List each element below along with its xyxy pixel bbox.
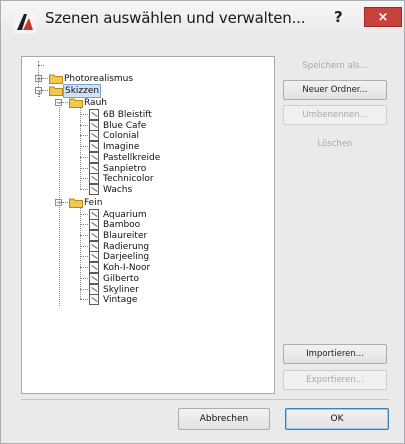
ok-button[interactable]: OK [285,408,389,430]
tree-connector [80,256,88,258]
tree-item-photorealismus-label: Photorealismus [64,74,134,84]
scene-icon [89,262,99,274]
footer-divider [21,399,389,400]
cancel-button[interactable]: Abbrechen [178,408,270,430]
scene-icon [89,230,99,241]
tree-connector [80,156,88,158]
save-as-button[interactable]: Speichern als... [283,56,387,76]
tree-connector [80,277,88,279]
tree-connector [80,124,88,126]
tree-item-skizzen-label: Skizzen [62,84,102,98]
app-logo-icon [14,11,36,33]
tree-folder-rauh-label: Rauh [84,98,107,108]
scene-icon [89,283,99,295]
tree-connector [80,135,88,137]
tree-connector [80,224,88,226]
scene-icon [89,130,99,142]
tree-connector [80,146,88,148]
scene-tree[interactable]: + Photorealismus − Skizzen − Rauh 6B Bleistift… [22,57,274,393]
folder-icon [49,74,63,84]
dialog-window: Szenen auswählen und verwalten... ? × + P… [0,0,405,444]
tree-connector [80,107,81,189]
tree-connector [39,91,40,97]
window-title: Szenen auswählen und verwalten... [45,9,306,27]
tree-connector [80,235,88,236]
tree-connector [80,288,88,290]
tree-connector [80,167,88,169]
tree-connector [38,65,44,66]
close-button[interactable]: × [364,7,402,27]
scene-icon [89,272,99,284]
scene-icon [89,173,99,185]
scene-icon [89,240,99,252]
scene-tree-panel[interactable]: + Photorealismus − Skizzen − Rauh 6B Bleistift… [21,56,275,394]
delete-button[interactable]: Löschen [283,134,387,154]
title-bar[interactable]: Szenen auswählen und verwalten... ? × [1,1,404,39]
tree-connector [80,178,88,180]
tree-connector [42,78,48,79]
folder-icon [49,86,63,96]
tree-connector [80,188,88,190]
tree-folder-fein-label: Fein [84,197,103,208]
import-button[interactable]: Importieren... [283,344,387,364]
scene-icon [89,109,99,120]
export-button[interactable]: Exportieren... [283,370,387,390]
scene-icon [89,151,99,163]
tree-connector [80,267,88,269]
scene-icon [89,208,99,220]
expand-toggle[interactable]: + [35,75,42,83]
tree-connector [80,213,88,215]
scene-icon [89,141,99,153]
tree-connector [42,90,48,91]
tree-connector [80,299,88,301]
tree-item-scene-label: Vintage [103,295,138,306]
tree-connector [80,114,88,115]
scene-icon [89,119,99,131]
scene-icon [89,162,99,174]
tree-connector [80,245,88,247]
scene-icon [89,294,99,306]
tree-item-scene-label: Wachs [103,184,133,195]
tree-connector [62,102,68,103]
new-folder-button[interactable]: Neuer Ordner... [283,80,387,100]
tree-connector [80,206,81,300]
tree-connector [62,201,68,203]
tree-connector [59,103,60,306]
scene-icon [89,219,99,231]
scene-icon [89,251,99,263]
rename-button[interactable]: Umbenennen... [283,105,387,125]
help-button[interactable]: ? [334,8,343,26]
scene-icon [89,183,99,195]
